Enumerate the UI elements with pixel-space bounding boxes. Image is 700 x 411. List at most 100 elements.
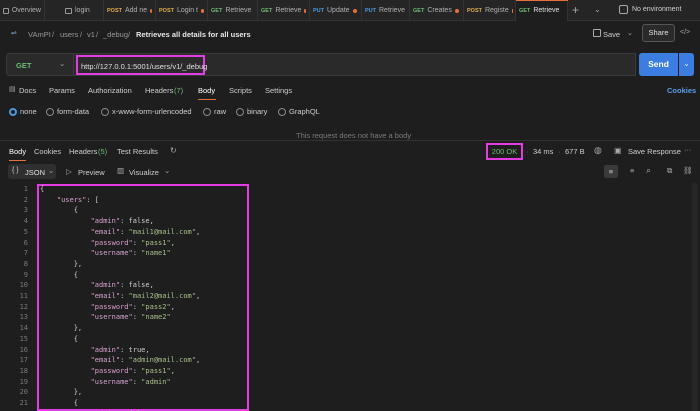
- chevron-down-icon[interactable]: ⌄: [594, 5, 601, 14]
- url-bar[interactable]: http://127.0.0.1:5001/users/v1/_debug: [74, 53, 636, 76]
- request-tab[interactable]: GET Retrieve: [258, 0, 310, 21]
- tab-label: Add ne: [124, 7, 148, 14]
- method-select[interactable]: GET ⌄: [6, 53, 74, 76]
- url-text: http://127.0.0.1:5001/users/v1/_debug: [81, 62, 208, 71]
- request-tab[interactable]: GET Retrieve: [516, 0, 568, 21]
- tab-label: Retrieve: [225, 7, 252, 14]
- code-token: : true,: [120, 345, 150, 354]
- radio-binary[interactable]: binary: [236, 107, 267, 117]
- tab-headers[interactable]: Headers: [145, 86, 173, 95]
- request-tab[interactable]: POST Add ne: [104, 0, 156, 21]
- save-button[interactable]: Save: [603, 30, 620, 39]
- request-tab[interactable]: GET Retrieve: [208, 0, 258, 21]
- url-input[interactable]: http://127.0.0.1:5001/users/v1/_debug: [76, 55, 208, 75]
- tab-settings[interactable]: Settings: [265, 86, 292, 95]
- copy-icon[interactable]: ⧉: [667, 166, 672, 176]
- save-response-button[interactable]: Save Response: [628, 147, 681, 156]
- preview-button[interactable]: Preview: [78, 168, 105, 177]
- radio-x-www-form-urlencoded[interactable]: x-www-form-urlencoded: [101, 107, 192, 117]
- visualize-button[interactable]: Visualize: [129, 168, 159, 177]
- resp-tab-cookies[interactable]: Cookies: [34, 147, 61, 156]
- code-line: {: [40, 334, 78, 345]
- status-badge[interactable]: 200 OK: [486, 143, 523, 160]
- resp-tab-headers[interactable]: Headers: [69, 147, 97, 156]
- request-tab[interactable]: GET Creates: [410, 0, 464, 21]
- filter-icon[interactable]: ≡: [630, 166, 634, 175]
- breadcrumb: ⇌ VAmPI / users / v1 / _debug / Retrieve…: [0, 21, 700, 48]
- response-time[interactable]: 34 ms: [533, 147, 553, 156]
- unsaved-dot-icon: [201, 8, 204, 13]
- link-icon[interactable]: ⛓: [683, 166, 693, 175]
- cookies-link[interactable]: Cookies: [667, 86, 696, 95]
- chevron-down-icon[interactable]: ⌄: [164, 166, 170, 175]
- page-title[interactable]: Retrieves all details for all users: [136, 30, 251, 39]
- format-select[interactable]: { } JSON ⌄: [8, 164, 56, 179]
- add-tab-icon[interactable]: +: [572, 3, 579, 17]
- code-line: "admin": false,: [40, 216, 154, 227]
- resp-tab-tests[interactable]: Test Results: [117, 147, 158, 156]
- tab-label: Registe: [484, 7, 509, 14]
- radio-none[interactable]: none: [9, 107, 37, 117]
- line-number: 17: [19, 356, 28, 365]
- preview-icon: ▷: [66, 167, 72, 176]
- code-token: ,: [170, 302, 175, 311]
- response-size[interactable]: 677 B: [565, 147, 585, 156]
- wrap-lines-button[interactable]: ≡: [604, 165, 618, 178]
- line-number: 7: [23, 249, 28, 258]
- code-token: },: [40, 388, 83, 397]
- tab-scripts[interactable]: Scripts: [229, 86, 252, 95]
- code-token: :: [132, 366, 142, 375]
- tab-body[interactable]: Body: [198, 86, 215, 95]
- radio-form-data[interactable]: form-data: [46, 107, 89, 117]
- code-token: {: [40, 206, 78, 215]
- request-tab[interactable]: POST Login t: [156, 0, 208, 21]
- history-icon[interactable]: ↻: [170, 146, 177, 155]
- code-token: : false,: [120, 217, 154, 226]
- code-token: :: [132, 313, 142, 322]
- code-token: :: [132, 302, 142, 311]
- send-button[interactable]: Send: [639, 53, 678, 76]
- radio-label: raw: [214, 107, 227, 116]
- code-icon[interactable]: </>: [680, 29, 690, 36]
- code-token: "users": [56, 195, 87, 204]
- save-dropdown-icon[interactable]: ⌄: [627, 29, 633, 37]
- tab-authorization[interactable]: Authorization: [88, 86, 132, 95]
- send-dropdown-button[interactable]: ⌄: [679, 53, 694, 76]
- code-token: "admin": [90, 281, 121, 290]
- tab-docs[interactable]: Docs: [19, 86, 36, 95]
- response-body-editor[interactable]: 12345678910111213141516171819202122 { "u…: [0, 183, 700, 411]
- globe-icon[interactable]: ◍: [594, 145, 602, 156]
- tab-params[interactable]: Params: [49, 86, 75, 95]
- radio-graphql[interactable]: GraphQL: [278, 107, 320, 117]
- breadcrumb-v1[interactable]: v1: [87, 30, 95, 39]
- environment-selector[interactable]: No environment: [632, 6, 681, 13]
- share-label: Share: [648, 28, 669, 37]
- radio-raw[interactable]: raw: [203, 107, 227, 117]
- request-tab[interactable]: PUT Retrieve: [362, 0, 410, 21]
- code-line: },: [40, 323, 82, 334]
- code-token: "password": [90, 366, 133, 375]
- search-icon[interactable]: ⌕: [646, 165, 651, 176]
- scrollbar[interactable]: [692, 183, 698, 411]
- share-button[interactable]: Share: [642, 24, 675, 42]
- breadcrumb-users[interactable]: users: [60, 30, 78, 39]
- more-icon[interactable]: ···: [684, 145, 692, 154]
- tab-method: GET: [413, 7, 425, 14]
- request-tab[interactable]: Overview: [0, 0, 45, 21]
- code-line: {: [40, 270, 78, 281]
- breadcrumb-workspace[interactable]: VAmPI: [28, 30, 51, 39]
- request-tab[interactable]: POST Registe: [464, 0, 516, 21]
- code-line: },: [40, 259, 82, 270]
- line-number: 2: [23, 195, 28, 204]
- collection-icon: [65, 7, 72, 14]
- resp-tab-body[interactable]: Body: [9, 147, 26, 156]
- code-token: :: [120, 292, 129, 300]
- breadcrumb-debug[interactable]: _debug: [103, 30, 128, 39]
- line-number: 6: [23, 238, 28, 247]
- request-tab[interactable]: PUT Update: [310, 0, 362, 21]
- radio-selected-icon: [9, 108, 17, 117]
- chevron-down-icon: ⌄: [683, 59, 690, 68]
- request-tab[interactable]: login: [62, 0, 104, 21]
